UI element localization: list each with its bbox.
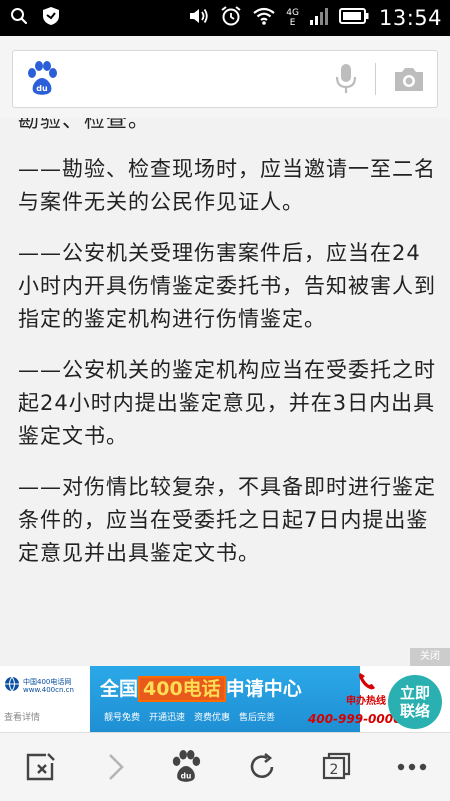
tab-count: 2	[329, 762, 339, 778]
status-bar: 4G E 13:54	[0, 0, 450, 36]
article-paragraph: ——勘验、检查现场时，应当邀请一至二名与案件无关的公民作见证人。	[18, 157, 436, 214]
ad-brand-url: www.400cn.cn	[23, 686, 74, 694]
globe-icon	[4, 676, 20, 696]
svg-text:du: du	[181, 771, 192, 780]
ad-tags: 靓号免费 开通迅速 资费优惠 售后完善	[104, 713, 276, 723]
ad-brand-name: 中国400电话网	[23, 678, 72, 686]
search-icon	[10, 7, 28, 29]
baidu-logo-icon: du	[25, 61, 59, 97]
article-paragraph: ——公安机关的鉴定机构应当在受委托之时起24小时内提出鉴定意见，并在3日内出具鉴…	[18, 358, 436, 448]
ad-detail-text: 查看详情	[4, 713, 41, 723]
camera-icon[interactable]	[393, 65, 425, 93]
ad-phone-label: 申办热线	[346, 696, 386, 707]
clock: 13:54	[378, 6, 442, 30]
tabs-icon[interactable]: 2	[316, 747, 356, 787]
network-type-bottom: E	[289, 18, 296, 28]
ad-contact-button[interactable]: 立即联络	[388, 675, 442, 729]
bottom-toolbar: du 2	[0, 732, 450, 801]
ad-title-suffix: 申请中心	[225, 678, 302, 700]
ad-close-button[interactable]: 关闭	[410, 648, 450, 666]
ad-contact-label: 立即联络	[399, 684, 430, 720]
ad-title-prefix: 全国	[100, 678, 139, 700]
ad-title: 全国 400电话 申请中心	[100, 674, 302, 702]
forward-icon[interactable]	[96, 747, 136, 787]
article-content[interactable]: 勘验、检查。 ——勘验、检查现场时，应当邀请一至二名与案件无关的公民作见证人。 …	[0, 118, 450, 666]
signal-icon	[309, 6, 329, 30]
search-divider	[375, 63, 376, 95]
refresh-icon[interactable]	[242, 747, 282, 787]
wifi-icon	[252, 6, 276, 30]
search-header: du	[0, 36, 450, 119]
microphone-icon[interactable]	[335, 63, 357, 95]
more-menu-icon[interactable]	[392, 747, 432, 787]
article-paragraph: 勘验、检查。	[18, 118, 150, 132]
ad-title-highlight: 400电话	[138, 676, 226, 702]
search-input[interactable]: du	[12, 50, 438, 108]
shield-icon	[42, 6, 60, 30]
svg-text:du: du	[36, 84, 48, 93]
ad-brand: 中国400电话网 www.400cn.cn	[4, 676, 74, 696]
ad-brand-panel[interactable]: 中国400电话网 www.400cn.cn 查看详情	[0, 666, 98, 732]
close-page-icon[interactable]	[20, 747, 60, 787]
volume-icon	[188, 6, 210, 30]
network-type-top: 4G	[286, 8, 299, 18]
alarm-icon	[220, 5, 242, 31]
baidu-home-icon[interactable]: du	[166, 747, 206, 787]
ad-phone-number: 400-999-0000	[308, 712, 402, 726]
ad-banner[interactable]: 中国400电话网 www.400cn.cn 查看详情 全国 400电话 申请中心 靓…	[0, 666, 450, 732]
article-paragraph: ——对伤情比较复杂，不具备即时进行鉴定条件的，应当在受委托之日起7日内提出鉴定意…	[18, 475, 436, 565]
ad-detail-link[interactable]: 查看详情	[4, 710, 40, 723]
network-type: 4G E	[286, 8, 299, 28]
article-paragraph: ——公安机关受理伤害案件后，应当在24小时内开具伤情鉴定委托书，告知被害人到指定…	[18, 241, 436, 331]
battery-icon	[338, 7, 369, 29]
